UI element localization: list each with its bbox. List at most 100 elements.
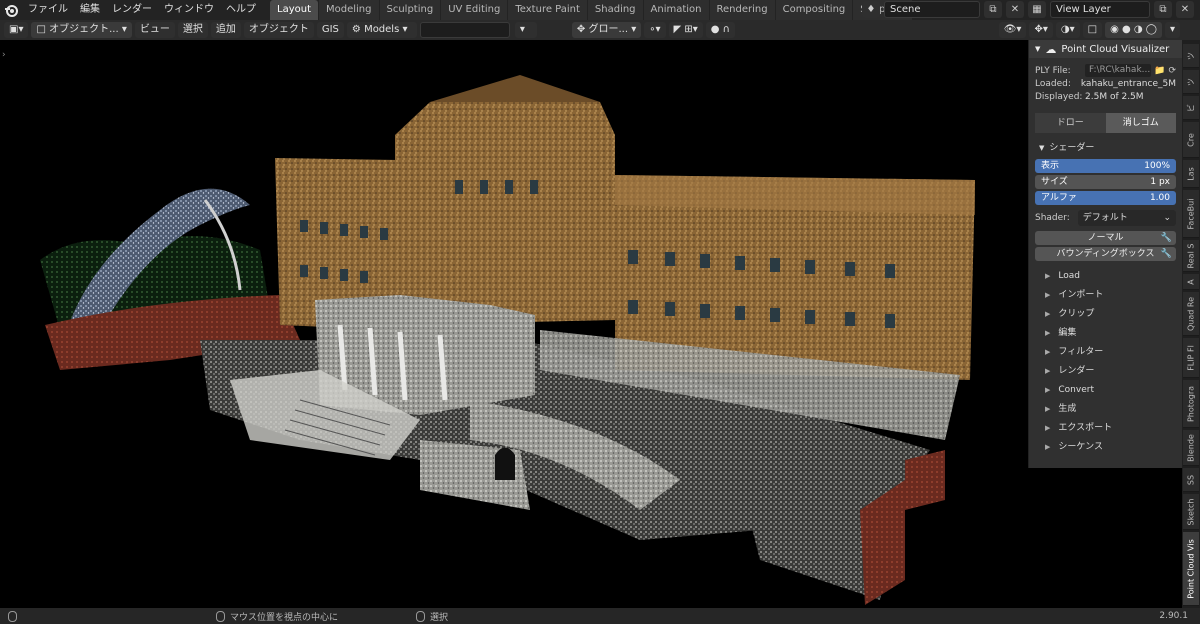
tab-layout[interactable]: Layout (270, 0, 318, 20)
view-layer-field[interactable]: View Layer (1050, 1, 1150, 18)
sidebar-tab-tool[interactable]: ツ (1183, 44, 1199, 68)
pivot-point-icon[interactable]: ∘▾ (644, 22, 666, 38)
expand-icon: ▶ (1045, 272, 1051, 280)
version-label: 2.90.1 (1159, 611, 1188, 621)
new-view-layer-icon[interactable]: ⧉ (1154, 1, 1172, 18)
sidebar-tab-facebuilder[interactable]: FaceBui (1183, 190, 1199, 238)
section-generate[interactable]: ▶ 生成 (1029, 400, 1182, 419)
toolbar-expand-icon[interactable]: › (2, 50, 6, 60)
tab-modeling[interactable]: Modeling (319, 0, 379, 20)
wrench-icon[interactable]: 🔧 (1161, 247, 1172, 261)
menu-window[interactable]: ウィンドウ (158, 0, 220, 20)
viewport-header: ▣▾ □ オブジェクト... ▾ ビュー 選択 追加 オブジェクト GIS ⚙ … (0, 20, 1200, 40)
tab-rendering[interactable]: Rendering (709, 0, 775, 20)
ply-file-label: PLY File: (1035, 65, 1071, 76)
section-export[interactable]: ▶ エクスポート (1029, 419, 1182, 438)
shader-section-header[interactable]: ▼ シェーダー (1029, 139, 1182, 157)
sidebar-tab-quad-remesher[interactable]: Quad Re (1183, 292, 1199, 336)
menu-add[interactable]: 追加 (210, 22, 241, 38)
tab-texture-paint[interactable]: Texture Paint (508, 0, 587, 20)
search-options-icon[interactable]: ▾ (514, 22, 537, 38)
normal-label: ノーマル (1087, 233, 1124, 243)
wrench-icon[interactable]: 🔧 (1161, 231, 1172, 245)
tab-animation[interactable]: Animation (643, 0, 709, 20)
snapping-icon[interactable]: ◤ ⊞▾ (668, 22, 703, 38)
xray-icon[interactable]: □ (1082, 22, 1103, 38)
delete-view-layer-icon[interactable]: ✕ (1176, 1, 1194, 18)
sidebar-tab-flip-fluids[interactable]: FLIP Fl (1183, 338, 1199, 378)
shading-modes[interactable]: ◉ ● ◑ ◯ (1105, 22, 1162, 38)
sidebar-tab-create[interactable]: Cre (1183, 122, 1199, 158)
erase-button[interactable]: 消しゴム (1105, 113, 1176, 133)
section-clip[interactable]: ▶ クリップ (1029, 305, 1182, 324)
menu-render[interactable]: レンダー (106, 0, 158, 20)
sidebar-tab-view[interactable]: ビ (1183, 96, 1199, 120)
ply-file-field[interactable]: F:\RC\kahak... (1085, 64, 1152, 77)
menu-help[interactable]: ヘルプ (220, 0, 262, 20)
tab-sculpting[interactable]: Sculpting (379, 0, 441, 20)
tab-label: SS (1186, 474, 1196, 485)
shader-select[interactable]: デフォルト ⌄ (1077, 210, 1176, 226)
menu-object[interactable]: オブジェクト (243, 22, 314, 38)
3d-viewport[interactable]: › (0, 40, 1200, 608)
overlays-icon[interactable]: ◑▾ (1055, 22, 1080, 38)
section-convert[interactable]: ▶ Convert (1029, 381, 1182, 400)
sidebar-tab-ss[interactable]: SS (1183, 468, 1199, 492)
tab-shading[interactable]: Shading (587, 0, 643, 20)
gizmo-icon[interactable]: ✥▾ (1029, 22, 1053, 38)
sidebar-tab-blender[interactable]: Blende (1183, 430, 1199, 466)
menu-select[interactable]: 選択 (177, 22, 208, 38)
bbox-label: バウンディングボックス (1056, 249, 1155, 259)
view-layer-icon[interactable]: ▦ (1028, 1, 1046, 18)
menu-view[interactable]: ビュー (134, 22, 175, 38)
sidebar-tab-tool-2[interactable]: ツ (1183, 70, 1199, 94)
section-filter[interactable]: ▶ フィルター (1029, 343, 1182, 362)
section-label: レンダー (1058, 366, 1095, 376)
folder-icon[interactable]: 📁 (1154, 66, 1165, 76)
viewport-search-input[interactable] (419, 22, 510, 38)
sidebar-tab-sketch[interactable]: Sketch (1183, 494, 1199, 530)
bounding-box-button[interactable]: バウンディングボックス 🔧 (1035, 247, 1176, 261)
section-sequence[interactable]: ▶ シーケンス (1029, 438, 1182, 457)
reload-icon[interactable]: ⟳ (1168, 66, 1176, 76)
blender-logo-icon[interactable] (0, 0, 22, 20)
section-label: シーケンス (1058, 442, 1103, 452)
normal-button[interactable]: ノーマル 🔧 (1035, 231, 1176, 245)
scene-name-field[interactable]: Scene (884, 1, 980, 18)
tab-uv-editing[interactable]: UV Editing (441, 0, 508, 20)
tab-compositing[interactable]: Compositing (775, 0, 853, 20)
sidebar-tab-a[interactable]: A (1183, 274, 1199, 290)
panel-header[interactable]: ▼ ☁ Point Cloud Visualizer (1029, 40, 1182, 58)
tab-label: A (1186, 278, 1196, 285)
editor-type-icon[interactable]: ▣▾ (4, 22, 29, 38)
scene-icon[interactable]: ♦ (862, 1, 880, 18)
sidebar-tab-las[interactable]: Las (1183, 160, 1199, 188)
sidebar-tab-point-cloud-vis[interactable]: Point Cloud Vis (1183, 532, 1199, 606)
section-render[interactable]: ▶ レンダー (1029, 362, 1182, 381)
collection-selector[interactable]: ⚙ Models ▾ (346, 22, 417, 38)
proportional-editing-icon[interactable]: ● ∩ (705, 22, 736, 38)
section-import[interactable]: ▶ インポート (1029, 286, 1182, 305)
menu-file[interactable]: ファイル (22, 0, 74, 20)
sidebar-tabs: ツ ツ ビ Cre Las FaceBui Real S A Quad Re F… (1182, 40, 1200, 608)
tab-label: ツ (1186, 77, 1196, 86)
transform-orientation-selector[interactable]: ✥ グロー... ▾ (571, 22, 642, 38)
point-size-slider[interactable]: サイズ 1 px (1035, 175, 1176, 189)
collapse-icon[interactable]: ▼ (1035, 45, 1040, 53)
sidebar-tab-photogrammetry[interactable]: Photogra (1183, 380, 1199, 428)
draw-button[interactable]: ドロー (1035, 113, 1106, 133)
visibility-icon[interactable]: 👁▾ (998, 22, 1027, 38)
sidebar-tab-real-s[interactable]: Real S (1183, 240, 1199, 272)
section-edit[interactable]: ▶ 編集 (1029, 324, 1182, 343)
section-label: Load (1058, 271, 1080, 281)
mode-selector[interactable]: □ オブジェクト... ▾ (31, 22, 132, 38)
delete-scene-icon[interactable]: ✕ (1006, 1, 1024, 18)
alpha-slider[interactable]: アルファ 1.00 (1035, 191, 1176, 205)
new-scene-icon[interactable]: ⧉ (984, 1, 1002, 18)
display-percentage-slider[interactable]: 表示 100% (1035, 159, 1176, 173)
menu-gis[interactable]: GIS (316, 22, 344, 38)
shading-options-icon[interactable]: ▾ (1164, 22, 1180, 38)
expand-icon: ▶ (1045, 310, 1051, 318)
menu-edit[interactable]: 編集 (74, 0, 106, 20)
section-load[interactable]: ▶ Load (1029, 267, 1182, 286)
